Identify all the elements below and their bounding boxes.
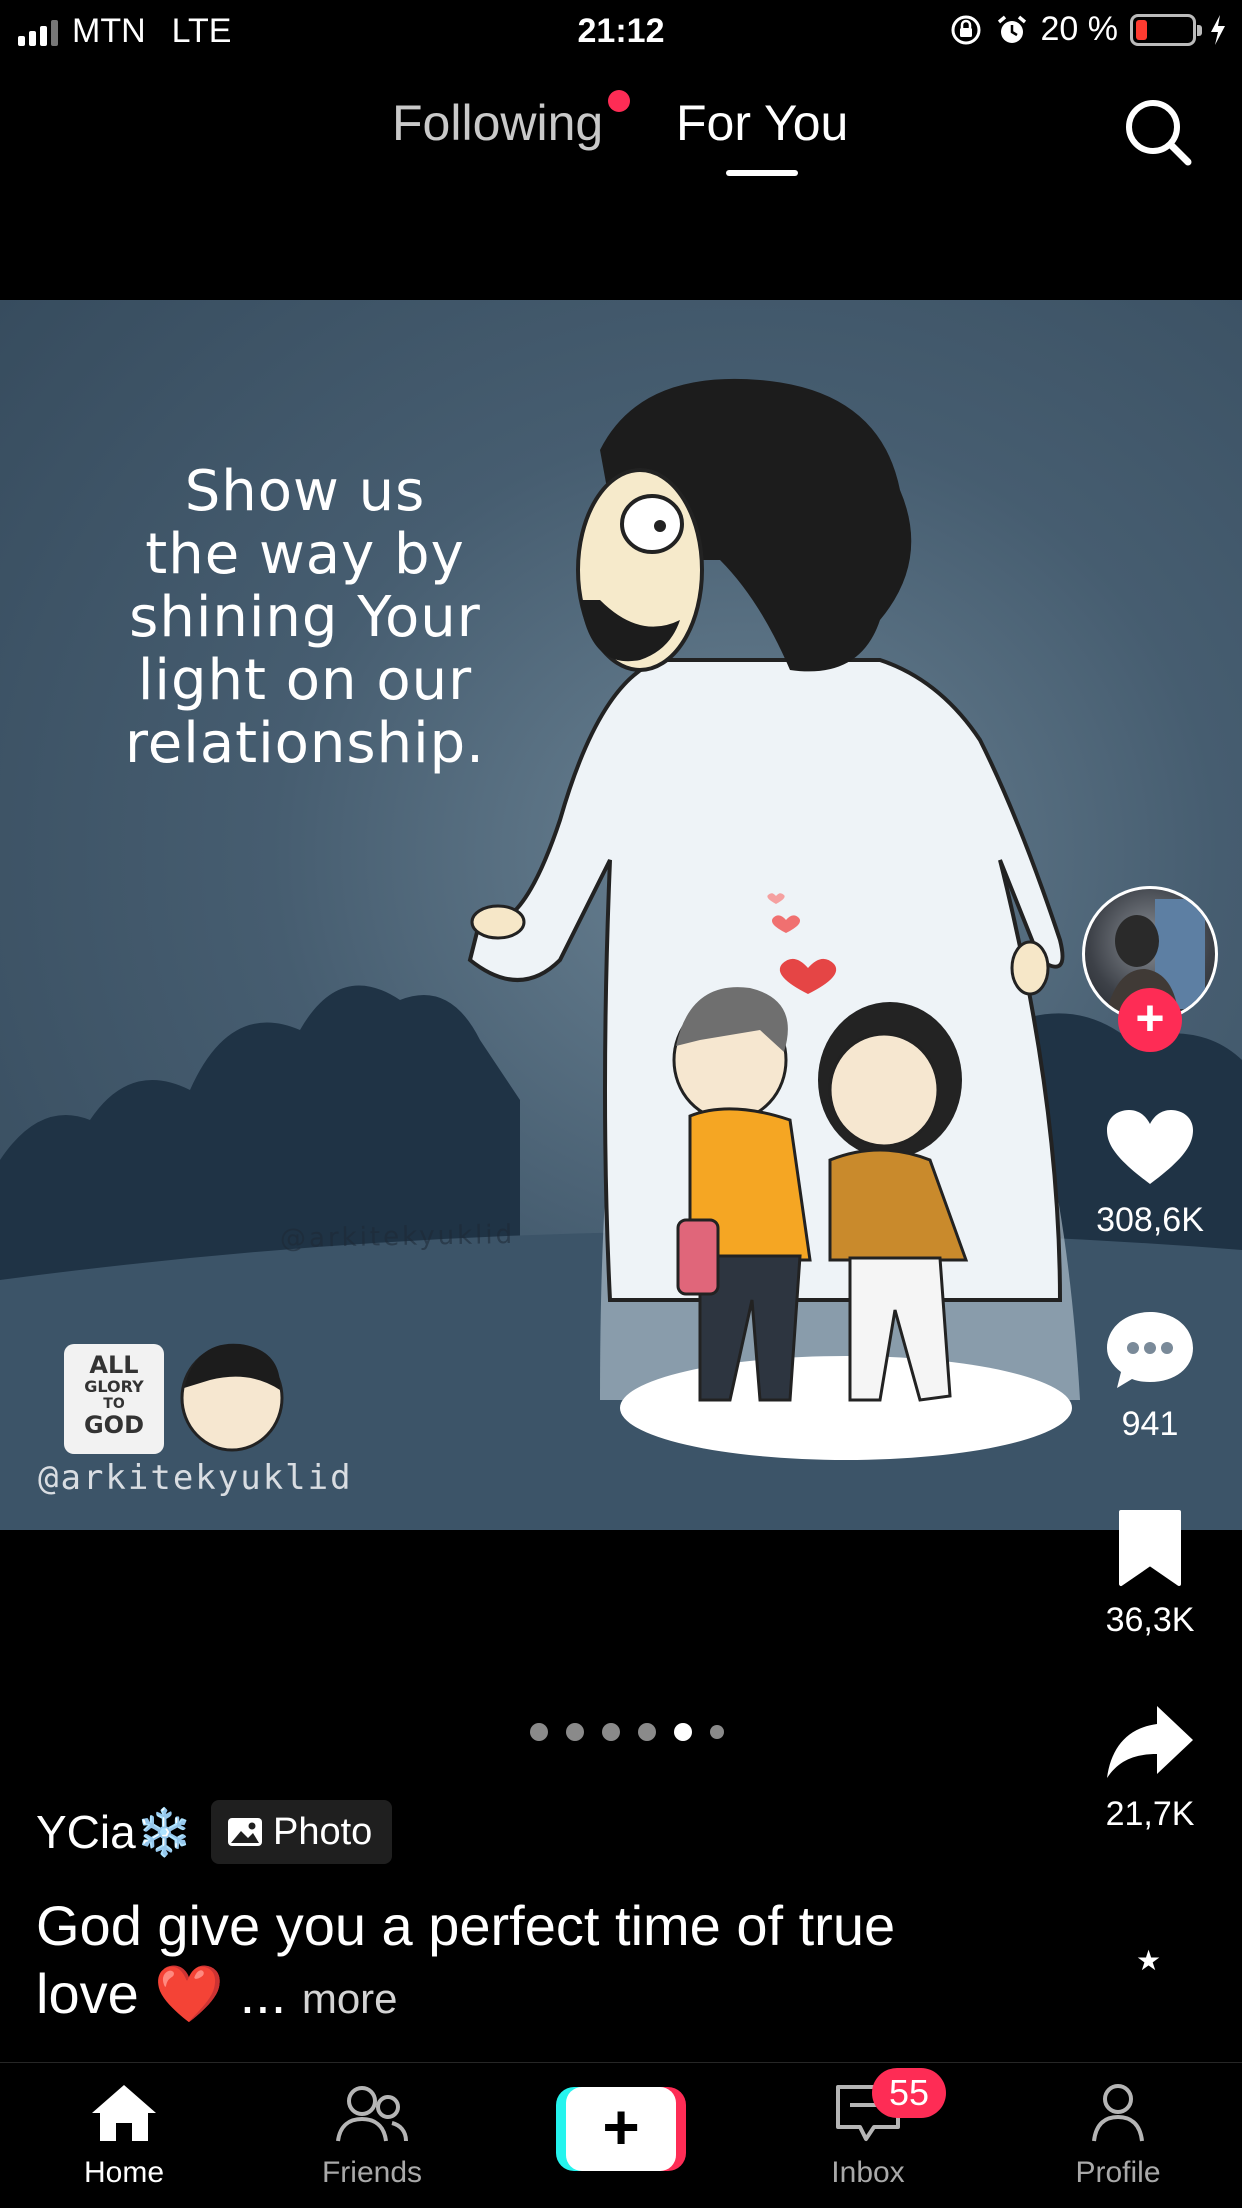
photo-badge-label: Photo <box>272 1810 373 1853</box>
post-caption[interactable]: God give you a perfect time of true love… <box>36 1892 936 2033</box>
tab-home-label: Home <box>83 2156 165 2189</box>
tab-for-you[interactable]: For You <box>676 94 848 152</box>
comment-icon[interactable] <box>1105 1308 1195 1392</box>
share-icon[interactable] <box>1105 1702 1195 1782</box>
photo-caption: Show us the way by shining Your light on… <box>125 459 485 776</box>
active-tab-indicator <box>726 170 798 176</box>
pager-dot <box>530 1723 548 1741</box>
profile-icon <box>1092 2084 1144 2142</box>
share-count: 21,7K <box>1105 1795 1195 1833</box>
star-icon[interactable]: ★ <box>1136 1944 1161 1977</box>
artist-handle-watermark: @arkitekyuklid <box>38 1458 353 1498</box>
home-icon <box>92 2085 156 2141</box>
save-action[interactable]: 36,3K <box>1080 1508 1220 1640</box>
comment-count: 941 <box>1121 1405 1179 1443</box>
center-watermark: @arkitekyuklid <box>279 1219 516 1255</box>
pager-dot <box>710 1725 724 1739</box>
right-hand <box>1010 940 1050 996</box>
share-action[interactable]: 21,7K <box>1080 1702 1220 1834</box>
tab-inbox-label: Inbox <box>831 2156 905 2189</box>
bag <box>676 1218 720 1296</box>
heart-icon[interactable] <box>1105 1108 1195 1188</box>
eye <box>620 494 684 554</box>
charging-icon <box>1211 14 1225 45</box>
inbox-count-badge: 55 <box>872 2068 946 2118</box>
pager-dot <box>638 1723 656 1741</box>
battery-percent: 20 % <box>1040 10 1119 48</box>
pager-dot <box>566 1723 584 1741</box>
author-name[interactable]: YCia❄️ <box>36 1805 193 1860</box>
pager-dot <box>602 1723 620 1741</box>
status-bar: MTN LTE 21:12 20 % <box>0 0 1242 62</box>
like-count: 308,6K <box>1096 1201 1204 1239</box>
tab-following[interactable]: Following <box>392 94 603 152</box>
tab-home[interactable]: Home <box>24 2081 224 2190</box>
post-author: YCia❄️ Photo <box>36 1800 393 1864</box>
caption-text: God give you a perfect time of true love… <box>36 1894 896 2025</box>
more-link[interactable]: more <box>302 1975 398 2022</box>
plus-icon: + <box>566 2087 676 2171</box>
save-count: 36,3K <box>1105 1601 1195 1639</box>
tab-friends-label: Friends <box>321 2156 423 2189</box>
photo-pager <box>0 1723 1242 1741</box>
like-action[interactable]: 308,6K <box>1080 1108 1220 1240</box>
image-icon <box>227 1818 262 1846</box>
top-nav: Following For You <box>0 80 1242 190</box>
bottom-tab-bar: Home Friends + Inbox Profile <box>0 2062 1242 2208</box>
following-update-dot <box>608 90 630 112</box>
rotation-lock-icon <box>951 15 980 44</box>
pager-dot-active <box>674 1723 692 1741</box>
tab-profile-label: Profile <box>1075 2156 1161 2189</box>
battery-icon <box>1130 13 1202 46</box>
alarm-icon <box>997 15 1026 43</box>
post-photo[interactable]: Show us the way by shining Your light on… <box>0 300 1242 1530</box>
caption-ellipsis: ... <box>239 1962 287 2025</box>
status-right: 20 % <box>949 10 1229 49</box>
woman-head <box>828 1032 940 1148</box>
photo-type-badge: Photo <box>210 1800 393 1864</box>
tab-friends[interactable]: Friends <box>272 2081 472 2190</box>
tab-profile[interactable]: Profile <box>1018 2081 1218 2190</box>
friends-icon <box>336 2086 408 2142</box>
left-hand <box>470 904 526 940</box>
create-button[interactable]: + <box>556 2087 686 2171</box>
glory-badge-logo: ALL GLORY TO GOD <box>64 1344 164 1454</box>
comment-action[interactable]: 941 <box>1080 1308 1220 1444</box>
search-icon[interactable] <box>1120 94 1196 170</box>
bookmark-icon[interactable] <box>1115 1508 1185 1588</box>
follow-plus-icon[interactable]: + <box>1118 988 1182 1052</box>
spotlight <box>620 1356 1072 1460</box>
battery-fill <box>1136 19 1147 40</box>
